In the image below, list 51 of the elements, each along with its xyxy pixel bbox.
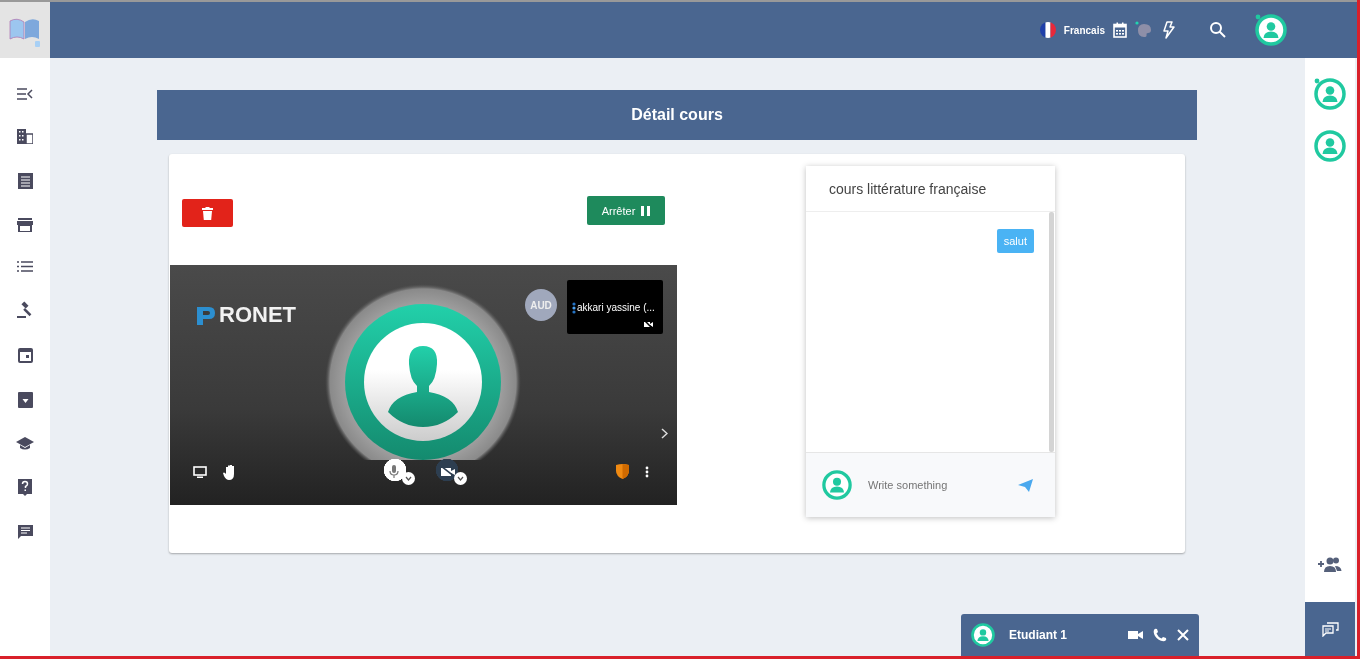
caret-icon[interactable] — [404, 476, 412, 481]
camera-off-icon — [644, 320, 653, 329]
chat-bubbles-icon — [1321, 621, 1339, 637]
logo-wordmark: RONET — [219, 302, 296, 328]
list-icon[interactable] — [17, 261, 33, 272]
document-icon[interactable] — [17, 173, 33, 189]
search-icon[interactable] — [1209, 21, 1227, 39]
audio-badge: AUD — [525, 289, 557, 321]
caret-icon[interactable] — [456, 476, 464, 481]
contact-avatar[interactable] — [971, 623, 995, 647]
vertical-dots-icon — [572, 302, 576, 314]
video-call-icon[interactable] — [1128, 630, 1143, 640]
participant-thumbnail[interactable]: akkari yassine (... — [567, 280, 663, 334]
pause-icon — [641, 205, 651, 216]
message-input[interactable]: Write something — [866, 478, 1004, 492]
participant-name: akkari yassine (... — [577, 302, 655, 313]
add-user-icon[interactable] — [1318, 557, 1342, 572]
microphone-icon — [388, 465, 399, 478]
chat-toggle-button[interactable] — [1305, 602, 1355, 656]
screen-share-icon[interactable] — [193, 465, 207, 478]
store-icon[interactable] — [17, 218, 33, 232]
page-title: Détail cours — [631, 106, 723, 124]
shield-icon[interactable] — [616, 464, 629, 479]
message-bubble: salut — [996, 229, 1034, 253]
help-icon[interactable] — [18, 479, 32, 496]
raise-hand-icon[interactable] — [223, 463, 237, 480]
trash-icon — [202, 206, 213, 220]
france-flag-icon[interactable] — [1039, 22, 1056, 38]
building-icon[interactable] — [17, 129, 33, 144]
chat-window-bar[interactable]: Etudiant 1 — [961, 614, 1199, 656]
phone-icon[interactable] — [1153, 628, 1167, 642]
language-label[interactable]: Francais — [1063, 24, 1105, 36]
delete-button[interactable] — [182, 199, 233, 227]
collapse-menu-icon[interactable] — [17, 88, 33, 100]
camera-icon — [440, 466, 455, 477]
chevron-right-icon[interactable] — [661, 428, 668, 439]
scrollbar[interactable] — [1049, 212, 1054, 452]
more-options-icon[interactable] — [645, 465, 649, 478]
calendar-icon[interactable] — [1113, 22, 1127, 38]
gavel-icon[interactable] — [16, 301, 34, 318]
close-icon[interactable] — [1177, 629, 1189, 641]
message-icon[interactable] — [17, 525, 33, 540]
p-logo-icon — [195, 304, 217, 326]
contact-name: Etudiant 1 — [1009, 628, 1067, 642]
stop-button[interactable]: Arrêter — [587, 196, 665, 225]
chat-title: cours littérature française — [806, 166, 1055, 212]
flash-icon[interactable] — [1161, 21, 1177, 39]
archive-icon[interactable] — [17, 392, 33, 408]
user-avatar[interactable] — [1255, 14, 1287, 46]
graduation-cap-icon[interactable] — [16, 437, 34, 450]
calendar-event-icon[interactable] — [17, 347, 33, 363]
